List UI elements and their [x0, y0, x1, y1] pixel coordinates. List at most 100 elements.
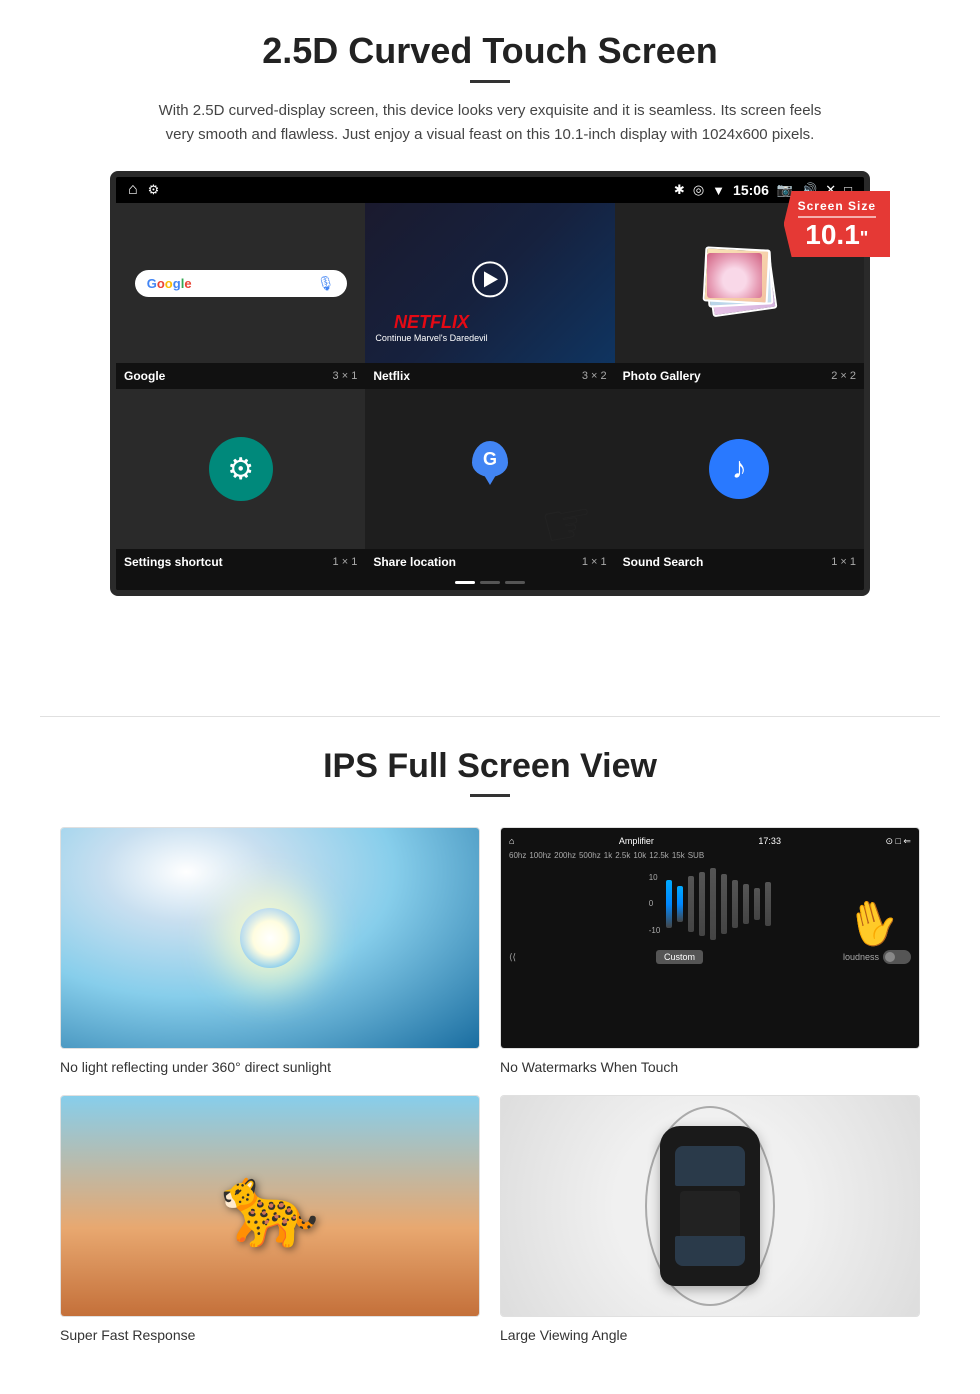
- settings-bg: ⚙: [116, 389, 365, 549]
- section1-title-divider: [470, 80, 510, 83]
- home-icon[interactable]: ⌂: [128, 181, 138, 199]
- netflix-label-bar: Netflix 3 × 2: [365, 363, 614, 389]
- share-app-size: 1 × 1: [582, 556, 607, 568]
- sunlight-label: No light reflecting under 360° direct su…: [60, 1059, 480, 1075]
- google-mic-icon[interactable]: 🎙: [317, 275, 335, 292]
- netflix-app-label: Netflix: [373, 369, 410, 383]
- eq-freq-10: SUB: [688, 851, 704, 860]
- feature-watermark: ⌂ Amplifier 17:33 ⊙ □ ⇐ 60hz 100hz 200hz…: [500, 827, 920, 1075]
- eq-freq-3: 200hz: [554, 851, 576, 860]
- badge-label: Screen Size: [798, 199, 876, 213]
- app-cell-google[interactable]: Google 🎙 Google 3 × 1: [116, 203, 365, 389]
- section2-divider: [470, 794, 510, 797]
- eq-prev-icon: ⟨⟨: [509, 952, 516, 963]
- netflix-cell-inner: NETFLIX Continue Marvel's Daredevil: [365, 203, 614, 363]
- scroll-dot-2: [480, 581, 500, 584]
- share-label-bar: Share location 1 × 1: [365, 549, 614, 575]
- app-grid: Google 🎙 Google 3 × 1: [116, 203, 864, 575]
- google-app-label: Google: [124, 369, 165, 383]
- eq-bar-6: [721, 874, 727, 934]
- netflix-play-button[interactable]: [472, 261, 508, 297]
- sunlight-image: [61, 828, 479, 1048]
- feature-grid: No light reflecting under 360° direct su…: [60, 827, 920, 1343]
- screen-size-badge: Screen Size 10.1": [784, 191, 890, 257]
- eq-freq-7: 10k: [633, 851, 646, 860]
- feature-cheetah: 🐆 Super Fast Response: [60, 1095, 480, 1343]
- settings-label-bar: Settings shortcut 1 × 1: [116, 549, 365, 575]
- equalizer-image: ⌂ Amplifier 17:33 ⊙ □ ⇐ 60hz 100hz 200hz…: [501, 828, 919, 1048]
- eq-freq-9: 15k: [672, 851, 685, 860]
- app-cell-sound[interactable]: ♪ Sound Search 1 × 1: [615, 389, 864, 575]
- car-roof: [680, 1191, 740, 1241]
- section2: IPS Full Screen View No light reflecting…: [0, 747, 980, 1373]
- status-bar: ⌂ ⚙ ✱ ◎ ▼ 15:06 📷 🔊 ✕ □: [116, 177, 864, 203]
- cheetah-image: 🐆: [61, 1096, 479, 1316]
- settings-cell-inner: ⚙: [116, 389, 365, 549]
- eq-freq-2: 100hz: [529, 851, 551, 860]
- eq-toggle-thumb: [885, 952, 895, 962]
- eq-icons: ⊙ □ ⇐: [885, 836, 911, 847]
- eq-freq-8: 12.5k: [649, 851, 669, 860]
- sunlight-img-box: [60, 827, 480, 1049]
- section1: 2.5D Curved Touch Screen With 2.5D curve…: [0, 0, 980, 676]
- share-app-label: Share location: [373, 555, 456, 569]
- bluetooth-icon: ✱: [674, 182, 685, 198]
- eq-label-n10: -10: [649, 926, 661, 935]
- sun-glow: [240, 908, 300, 968]
- google-logo: Google: [147, 276, 192, 291]
- watermark-img-box: ⌂ Amplifier 17:33 ⊙ □ ⇐ 60hz 100hz 200hz…: [500, 827, 920, 1049]
- device-container: ⌂ ⚙ ✱ ◎ ▼ 15:06 📷 🔊 ✕ □: [110, 171, 870, 596]
- car-windshield: [675, 1146, 745, 1186]
- netflix-logo-overlay: NETFLIX Continue Marvel's Daredevil: [375, 312, 487, 343]
- scroll-dot-3: [505, 581, 525, 584]
- eq-preset-label: Custom: [656, 950, 703, 964]
- eq-side-labels: 10 0 -10: [649, 864, 661, 944]
- badge-size: 10.1": [798, 221, 876, 249]
- car-rear-windshield: [675, 1236, 745, 1266]
- photo-flower: [707, 253, 762, 298]
- section1-description: With 2.5D curved-display screen, this de…: [150, 99, 830, 147]
- eq-bar-1: [666, 880, 672, 928]
- car-top-container: [660, 1126, 760, 1286]
- wifi-icon: ▼: [712, 183, 725, 198]
- google-cell-inner: Google 🎙: [116, 203, 365, 363]
- settings-app-size: 1 × 1: [333, 556, 358, 568]
- gmaps-pin-icon: G: [472, 441, 508, 477]
- netflix-thumb: NETFLIX Continue Marvel's Daredevil: [365, 203, 614, 363]
- settings-app-label: Settings shortcut: [124, 555, 223, 569]
- app-cell-share[interactable]: G ☞ Share location 1 × 1: [365, 389, 614, 575]
- settings-circle: ⚙: [209, 437, 273, 501]
- photo-label-bar: Photo Gallery 2 × 2: [615, 363, 864, 389]
- eq-bar-2: [677, 886, 683, 922]
- feature-car: Large Viewing Angle: [500, 1095, 920, 1343]
- cheetah-label: Super Fast Response: [60, 1327, 480, 1343]
- app-cell-netflix[interactable]: NETFLIX Continue Marvel's Daredevil Netf…: [365, 203, 614, 389]
- sound-bg: ♪: [615, 389, 864, 549]
- status-left: ⌂ ⚙: [128, 181, 159, 199]
- eq-status-bar: ⌂ Amplifier 17:33 ⊙ □ ⇐: [509, 836, 911, 847]
- location-icon: ◎: [693, 182, 704, 198]
- eq-slider-bars: [666, 864, 771, 944]
- device-screen: ⌂ ⚙ ✱ ◎ ▼ 15:06 📷 🔊 ✕ □: [110, 171, 870, 596]
- scrollbar-dots: [116, 575, 864, 590]
- eq-bar-5: [710, 868, 716, 940]
- sound-app-size: 1 × 1: [831, 556, 856, 568]
- google-app-size: 3 × 1: [333, 370, 358, 382]
- photo-app-label: Photo Gallery: [623, 369, 701, 383]
- eq-bar-3: [688, 876, 694, 932]
- badge-divider: [798, 216, 876, 218]
- eq-bar-7: [732, 880, 738, 928]
- eq-bar-8: [743, 884, 749, 924]
- scroll-dot-1: [455, 581, 475, 584]
- photo-app-size: 2 × 2: [831, 370, 856, 382]
- eq-freq-labels: 60hz 100hz 200hz 500hz 1k 2.5k 10k 12.5k…: [509, 851, 911, 860]
- feature-sunlight: No light reflecting under 360° direct su…: [60, 827, 480, 1075]
- car-label: Large Viewing Angle: [500, 1327, 920, 1343]
- eq-loudness-toggle[interactable]: [883, 950, 911, 964]
- app-cell-settings[interactable]: ⚙ Settings shortcut 1 × 1: [116, 389, 365, 575]
- eq-bottom-bar: ⟨⟨ Custom loudness: [509, 950, 911, 964]
- share-bg: G ☞: [365, 389, 614, 549]
- sound-app-label: Sound Search: [623, 555, 704, 569]
- section1-title: 2.5D Curved Touch Screen: [60, 30, 920, 72]
- google-search-bar[interactable]: Google 🎙: [135, 270, 347, 297]
